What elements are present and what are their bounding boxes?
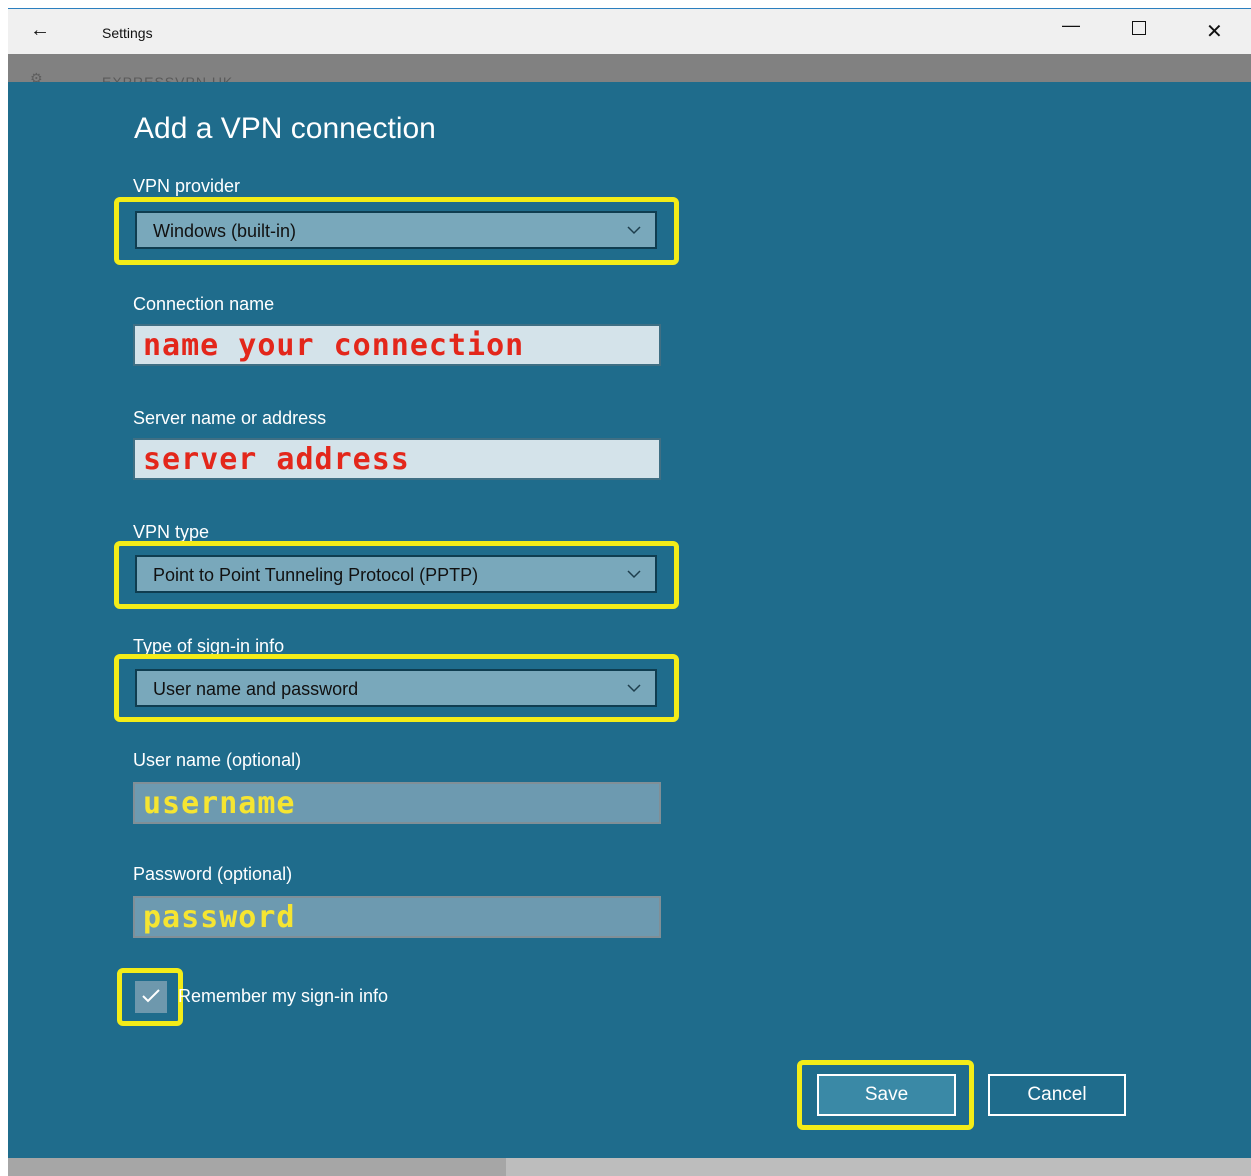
chevron-down-icon bbox=[627, 684, 641, 693]
checkmark-icon bbox=[142, 989, 160, 1003]
cancel-button[interactable]: Cancel bbox=[988, 1074, 1126, 1116]
vpn-type-value: Point to Point Tunneling Protocol (PPTP) bbox=[153, 565, 479, 585]
add-vpn-dialog: Add a VPN connection VPN provider Window… bbox=[8, 82, 1251, 1158]
username-field[interactable]: username bbox=[133, 782, 661, 824]
gear-icon: ⚙ bbox=[30, 70, 43, 82]
vpn-provider-dropdown[interactable]: Windows (built-in) bbox=[135, 211, 657, 249]
username-value: username bbox=[143, 786, 296, 821]
connection-name-value: name your connection bbox=[143, 328, 525, 363]
background-settings-page: ⚙ EXPRESSVPN UK bbox=[8, 54, 1251, 82]
bottom-strip-light bbox=[506, 1158, 1251, 1176]
close-icon[interactable]: ✕ bbox=[1206, 19, 1223, 44]
password-value: password bbox=[143, 900, 296, 935]
maximize-icon[interactable] bbox=[1132, 21, 1146, 35]
minimize-icon[interactable]: — bbox=[1062, 15, 1080, 36]
chevron-down-icon bbox=[627, 570, 641, 579]
chevron-down-icon bbox=[627, 226, 641, 235]
password-label: Password (optional) bbox=[133, 864, 293, 884]
username-label: User name (optional) bbox=[133, 750, 302, 770]
signin-type-value: User name and password bbox=[153, 679, 359, 699]
signin-type-label: Type of sign-in info bbox=[133, 636, 285, 656]
vpn-type-dropdown[interactable]: Point to Point Tunneling Protocol (PPTP) bbox=[135, 555, 657, 593]
back-arrow-icon[interactable]: ← bbox=[30, 19, 50, 42]
save-button[interactable]: Save bbox=[817, 1074, 956, 1116]
background-heading: EXPRESSVPN UK bbox=[102, 74, 234, 82]
vpn-provider-value: Windows (built-in) bbox=[153, 221, 297, 241]
dialog-title: Add a VPN connection bbox=[134, 112, 436, 145]
remember-label: Remember my sign-in info bbox=[178, 986, 389, 1006]
server-address-field[interactable]: server address bbox=[133, 438, 661, 480]
remember-checkbox[interactable] bbox=[135, 981, 167, 1013]
connection-name-field[interactable]: name your connection bbox=[133, 324, 661, 366]
server-address-label: Server name or address bbox=[133, 408, 327, 428]
connection-name-label: Connection name bbox=[133, 294, 275, 314]
vpn-type-label: VPN type bbox=[133, 522, 210, 542]
bottom-strip bbox=[8, 1158, 1251, 1176]
window-title: Settings bbox=[102, 25, 153, 41]
server-address-value: server address bbox=[143, 442, 410, 477]
vpn-provider-label: VPN provider bbox=[133, 176, 241, 196]
signin-type-dropdown[interactable]: User name and password bbox=[135, 669, 657, 707]
title-bar: ← Settings — ✕ bbox=[8, 8, 1251, 54]
password-field[interactable]: password bbox=[133, 896, 661, 938]
